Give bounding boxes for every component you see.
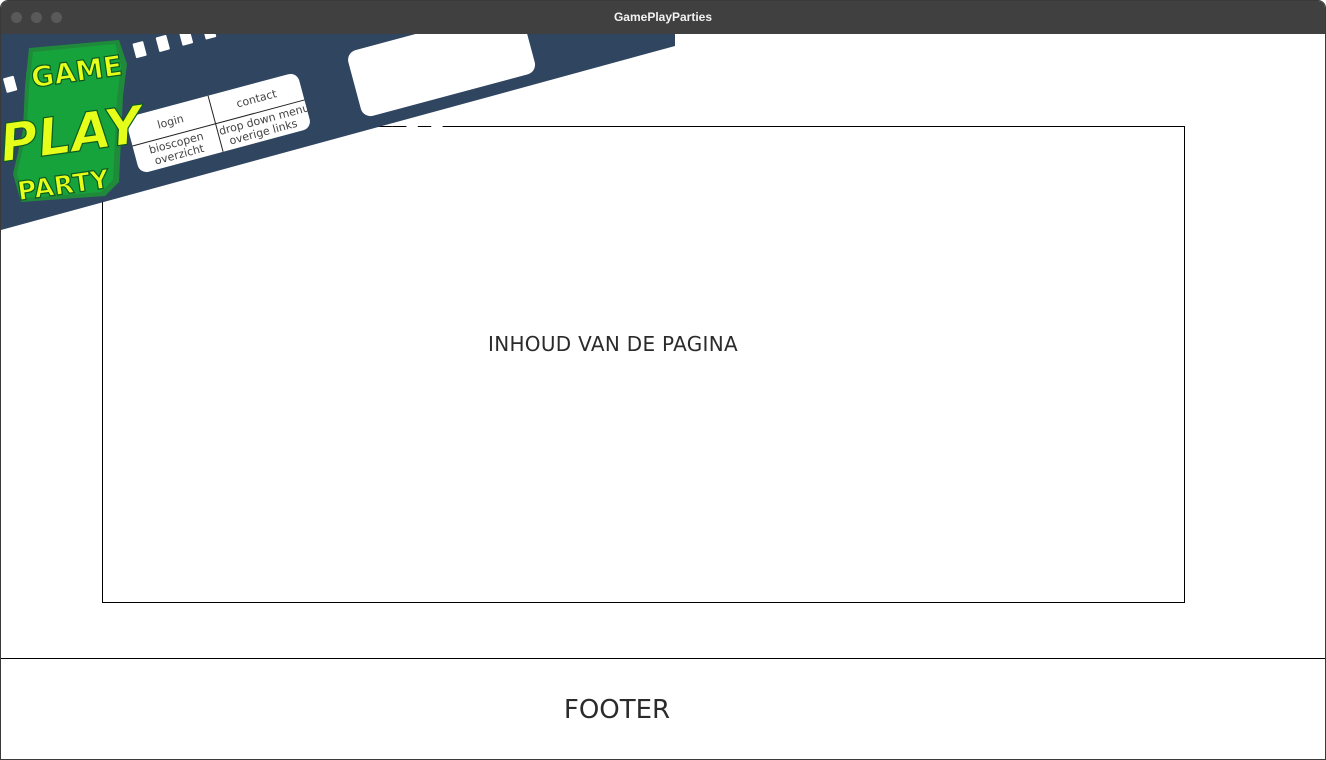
page-content: INHOUD VAN DE PAGINA login contact biosc…	[1, 34, 1325, 759]
footer-text: FOOTER	[563, 695, 671, 725]
header-banner: login contact bioscopen overzicht drop d…	[1, 34, 675, 234]
app-window: GamePlayParties INHOUD VAN DE PAGINA log…	[0, 0, 1326, 760]
page-footer: FOOTER	[1, 658, 1325, 759]
window-title: GamePlayParties	[613, 10, 713, 24]
title-bar: GamePlayParties	[1, 1, 1325, 34]
